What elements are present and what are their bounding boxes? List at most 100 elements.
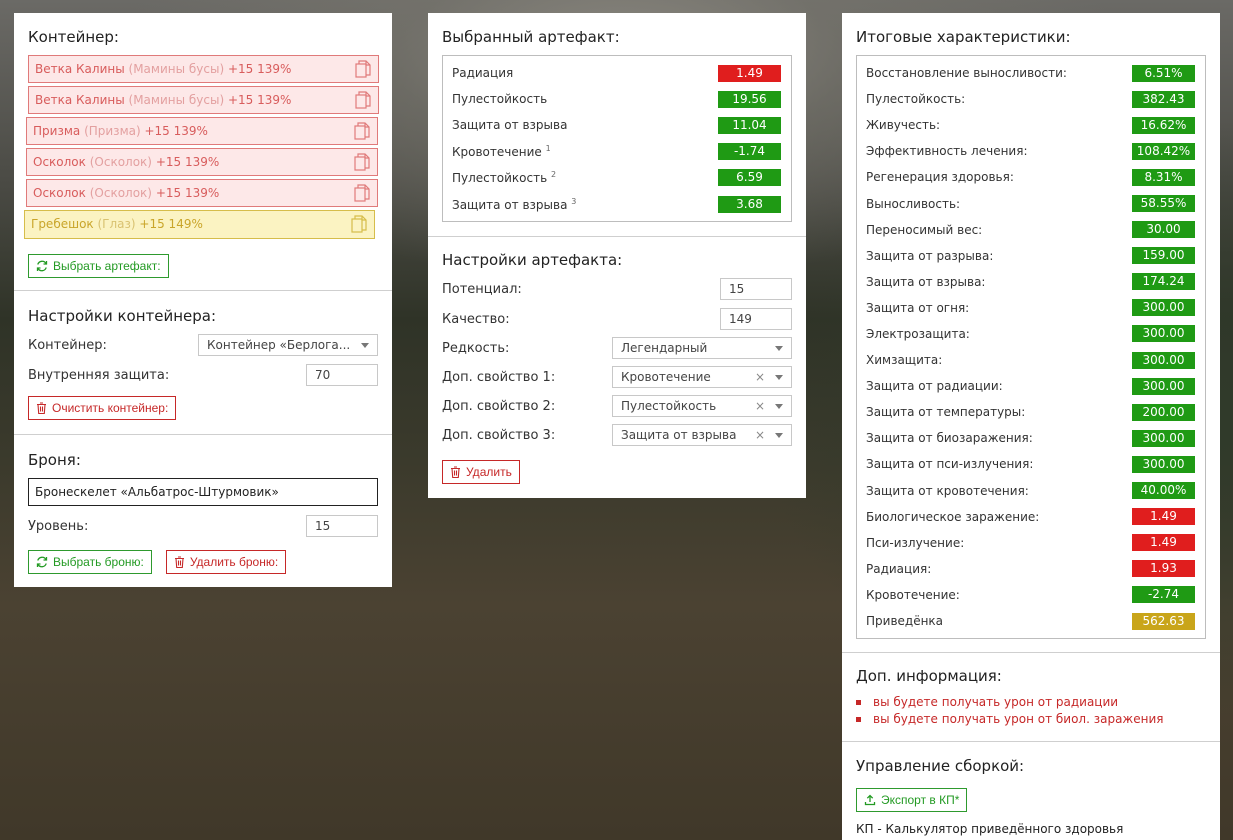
- refresh-icon: [36, 556, 48, 568]
- footnote: КП - Калькулятор приведённого здоровья: [856, 822, 1124, 837]
- artifact-stats-table: Радиация 1.49 Пулестойкость 19.56 Защита от …: [442, 55, 792, 223]
- artifact-name: Осколок: [33, 155, 86, 169]
- armor-input[interactable]: Бронескелет «Альбатрос-Штурмовик»: [28, 478, 378, 506]
- select-armor-label: Выбрать броню:: [53, 555, 144, 569]
- container-title: Контейнер:: [28, 28, 119, 46]
- container-artifact-item[interactable]: Осколок (Осколок) +15 139%: [26, 179, 378, 207]
- delete-armor-label: Удалить броню:: [189, 555, 279, 569]
- stat-label: Пулестойкость: [452, 92, 548, 107]
- potential-input[interactable]: 15: [720, 278, 792, 301]
- stat-value-badge: 1.49: [1132, 508, 1195, 526]
- stat-label: Химзащита:: [866, 353, 943, 368]
- clear-icon[interactable]: ×: [755, 396, 765, 416]
- artifact-name: Осколок: [33, 186, 86, 200]
- extra2-label: Доп. свойство 2:: [442, 398, 556, 414]
- stat-label: Эффективность лечения:: [866, 144, 1028, 159]
- stat-label: Кровотечение 1: [452, 144, 551, 160]
- trash-icon: [174, 556, 184, 568]
- clear-icon[interactable]: ×: [755, 367, 765, 387]
- extra3-label: Доп. свойство 3:: [442, 427, 556, 443]
- totals-title: Итоговые характеристики:: [856, 28, 1071, 46]
- chevron-down-icon: [775, 404, 783, 410]
- stat-value-badge: 6.51%: [1132, 64, 1195, 82]
- artifact-name: Ветка Калины: [35, 62, 125, 76]
- stat-value-badge: -1.74: [718, 143, 781, 161]
- inner-protection-input[interactable]: 70: [306, 364, 378, 386]
- container-settings-title: Настройки контейнера:: [28, 307, 217, 325]
- container-artifact-item[interactable]: Ветка Калины (Мамины бусы) +15 139%: [28, 86, 379, 114]
- quality-input[interactable]: 149: [720, 308, 792, 331]
- stat-label: Защита от биозаражения:: [866, 431, 1033, 446]
- stat-value-badge: 1.93: [1132, 560, 1195, 578]
- copy-icon[interactable]: [355, 91, 371, 110]
- clear-container-label: Очистить контейнер:: [52, 401, 169, 415]
- artifact-type: (Мамины бусы): [128, 93, 225, 107]
- chevron-down-icon: [775, 346, 783, 352]
- stat-label: Защита от радиации:: [866, 379, 1003, 394]
- stat-value-badge: 8.31%: [1132, 168, 1195, 186]
- stat-row: Кровотечение: -2.74: [866, 582, 1195, 608]
- copy-icon[interactable]: [354, 122, 370, 141]
- copy-icon[interactable]: [355, 60, 371, 79]
- export-label: Экспорт в КП*: [881, 793, 960, 808]
- refresh-icon: [36, 260, 48, 272]
- artifact-type: (Призма): [84, 124, 141, 138]
- artifact-panel: Выбранный артефакт: Радиация 1.49 Пулестой…: [428, 13, 806, 499]
- clear-icon[interactable]: ×: [755, 425, 765, 445]
- artifact-type: (Осколок): [89, 155, 152, 169]
- artifact-suffix: +15 139%: [227, 93, 292, 107]
- stat-value-badge: 3.68: [718, 195, 781, 213]
- totals-stats-table: Восстановление выносливости: 6.51% Пулесто…: [856, 55, 1206, 640]
- extra2-select[interactable]: Пулестойкость ×: [612, 395, 792, 418]
- stat-value-badge: 200.00: [1132, 403, 1195, 421]
- rarity-label: Редкость:: [442, 340, 510, 356]
- stat-value-badge: 300.00: [1132, 299, 1195, 317]
- stat-row: Пулестойкость 19.56: [452, 86, 781, 112]
- container-artifact-item[interactable]: Ветка Калины (Мамины бусы) +15 139%: [28, 55, 379, 83]
- extra1-select[interactable]: Кровотечение ×: [612, 366, 792, 389]
- quality-label: Качество:: [442, 311, 510, 327]
- stat-row: Восстановление выносливости: 6.51%: [866, 60, 1195, 86]
- stat-value-badge: 562.63: [1132, 612, 1195, 630]
- stat-row: Защита от биозаражения: 300.00: [866, 425, 1195, 451]
- delete-artifact-button[interactable]: Удалить: [442, 460, 520, 485]
- extra2-select-value: Пулестойкость: [621, 399, 717, 414]
- stat-label: Пси-излучение:: [866, 535, 965, 550]
- stat-footnote-mark: 3: [571, 196, 577, 206]
- artifact-type: (Глаз): [97, 217, 136, 231]
- totals-panel: Итоговые характеристики: Восстановление …: [842, 13, 1220, 840]
- container-label: Контейнер:: [28, 337, 107, 353]
- delete-armor-button[interactable]: Удалить броню:: [165, 550, 287, 574]
- clear-container-button[interactable]: Очистить контейнер:: [28, 396, 177, 420]
- export-button[interactable]: Экспорт в КП*: [856, 788, 968, 813]
- select-armor-button[interactable]: Выбрать броню:: [28, 550, 152, 574]
- stat-row: Защита от кровотечения: 40.00%: [866, 478, 1195, 504]
- rarity-select[interactable]: Легендарный: [612, 337, 792, 360]
- extra3-select[interactable]: Защита от взрыва ×: [612, 424, 792, 447]
- stat-value-badge: 382.43: [1132, 90, 1195, 108]
- stat-row: Химзащита: 300.00: [866, 347, 1195, 373]
- stat-row: Защита от радиации: 300.00: [866, 373, 1195, 399]
- container-artifact-item[interactable]: Призма (Призма) +15 139%: [26, 117, 378, 145]
- artifact-suffix: +15 139%: [144, 124, 208, 138]
- container-artifact-item[interactable]: Гребешок (Глаз) +15 149%: [24, 210, 375, 239]
- artifact-list: Ветка Калины (Мамины бусы) +15 139% Ветка…: [24, 55, 379, 239]
- chevron-down-icon: [775, 433, 783, 439]
- container-artifact-item[interactable]: Осколок (Осколок) +15 139%: [26, 148, 378, 176]
- select-artifact-label: Выбрать артефакт:: [53, 259, 161, 273]
- select-artifact-button[interactable]: Выбрать артефакт:: [28, 254, 169, 278]
- container-select[interactable]: Контейнер «Берлога...: [198, 334, 378, 356]
- copy-icon[interactable]: [354, 184, 370, 203]
- artifact-suffix: +15 139%: [155, 186, 220, 200]
- stat-row: Приведёнка 562.63: [866, 608, 1195, 634]
- level-input[interactable]: 15: [306, 515, 378, 537]
- artifact-name: Гребешок: [31, 217, 94, 231]
- stat-label: Радиация:: [866, 561, 932, 576]
- build-title: Управление сборкой:: [856, 757, 1025, 776]
- level-label: Уровень:: [28, 518, 89, 534]
- copy-icon[interactable]: [354, 153, 370, 172]
- stat-row: Пулестойкость 2 6.59: [452, 165, 781, 191]
- trash-icon: [37, 402, 46, 414]
- stat-value-badge: 108.42%: [1132, 142, 1195, 160]
- copy-icon[interactable]: [351, 215, 367, 234]
